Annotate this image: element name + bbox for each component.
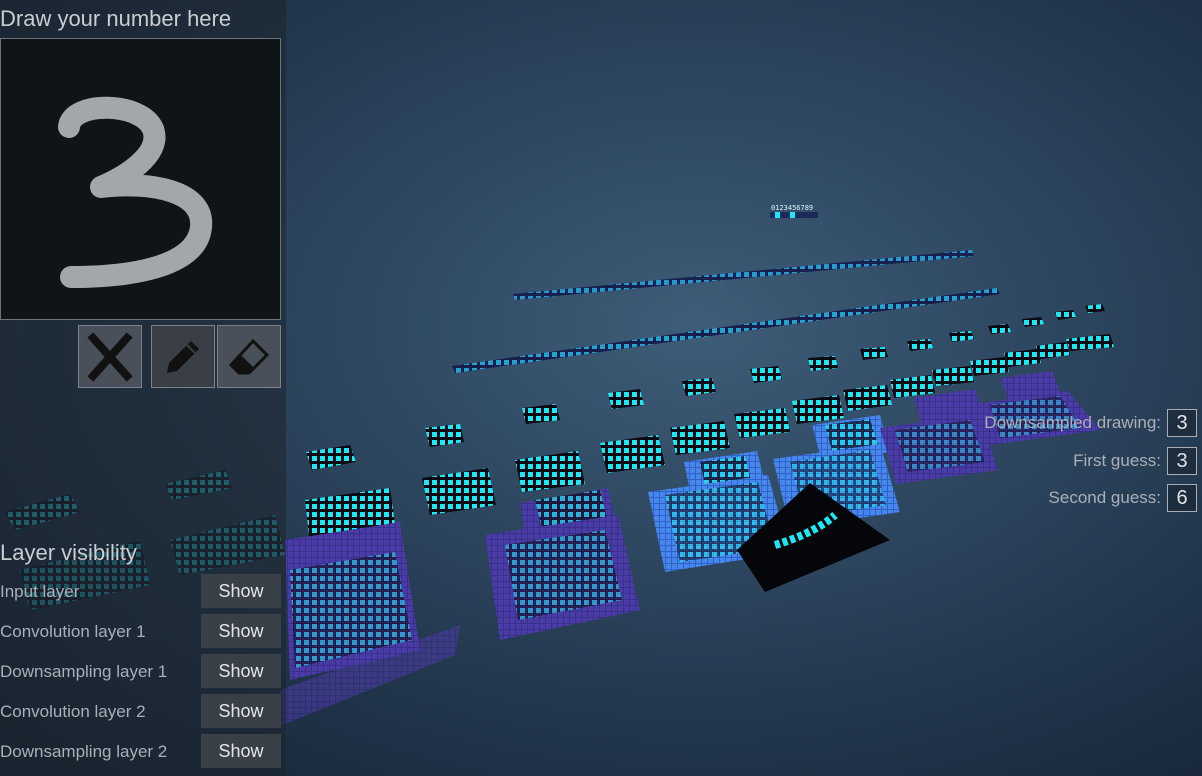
first-guess-label: First guess: (1073, 451, 1161, 470)
pencil-icon (167, 340, 199, 373)
pencil-button[interactable] (151, 325, 215, 388)
show-down2-button[interactable]: Show (201, 734, 281, 768)
first-guess-value: 3 (1167, 447, 1197, 475)
fully-connected-row-2 (452, 288, 1000, 373)
second-guess-label: Second guess: (1048, 488, 1161, 507)
output-digits-label: 0123456789 (771, 204, 813, 212)
show-conv1-button[interactable]: Show (201, 614, 281, 648)
downsampled-label: Downsampled drawing: (984, 413, 1161, 432)
layer-row-down2: Downsampling layer 2 Show (0, 734, 281, 768)
eraser-button[interactable] (217, 325, 281, 388)
layer-label: Downsampling layer 1 (0, 662, 168, 681)
show-down1-button[interactable]: Show (201, 654, 281, 688)
fully-connected-row-1 (513, 250, 974, 300)
draw-title: Draw your number here (0, 6, 232, 31)
layer-row-down1: Downsampling layer 1 Show (0, 654, 281, 688)
drawn-digit-stroke (58, 96, 213, 288)
layer-visibility-title: Layer visibility (0, 540, 137, 565)
downsampled-row: Downsampled drawing: 3 (984, 409, 1197, 437)
first-guess-row: First guess: 3 (1073, 447, 1197, 475)
layer-row-conv2: Convolution layer 2 Show (0, 694, 281, 728)
show-conv2-button[interactable]: Show (201, 694, 281, 728)
layer-label: Downsampling layer 2 (0, 742, 168, 761)
eraser-icon (228, 338, 270, 374)
layer-row-input: Input layer Show (0, 574, 281, 608)
layer-row-conv1: Convolution layer 1 Show (0, 614, 281, 648)
show-input-layer-button[interactable]: Show (201, 574, 281, 608)
layer-label: Input layer (0, 582, 80, 601)
layer-label: Convolution layer 2 (0, 702, 146, 721)
second-guess-value: 6 (1167, 484, 1197, 512)
layer-label: Convolution layer 1 (0, 622, 146, 641)
x-icon (87, 331, 133, 382)
drawing-canvas[interactable] (0, 38, 281, 320)
second-guess-row: Second guess: 6 (1049, 484, 1197, 512)
downsampled-value: 3 (1167, 409, 1197, 437)
clear-button[interactable] (78, 325, 142, 388)
